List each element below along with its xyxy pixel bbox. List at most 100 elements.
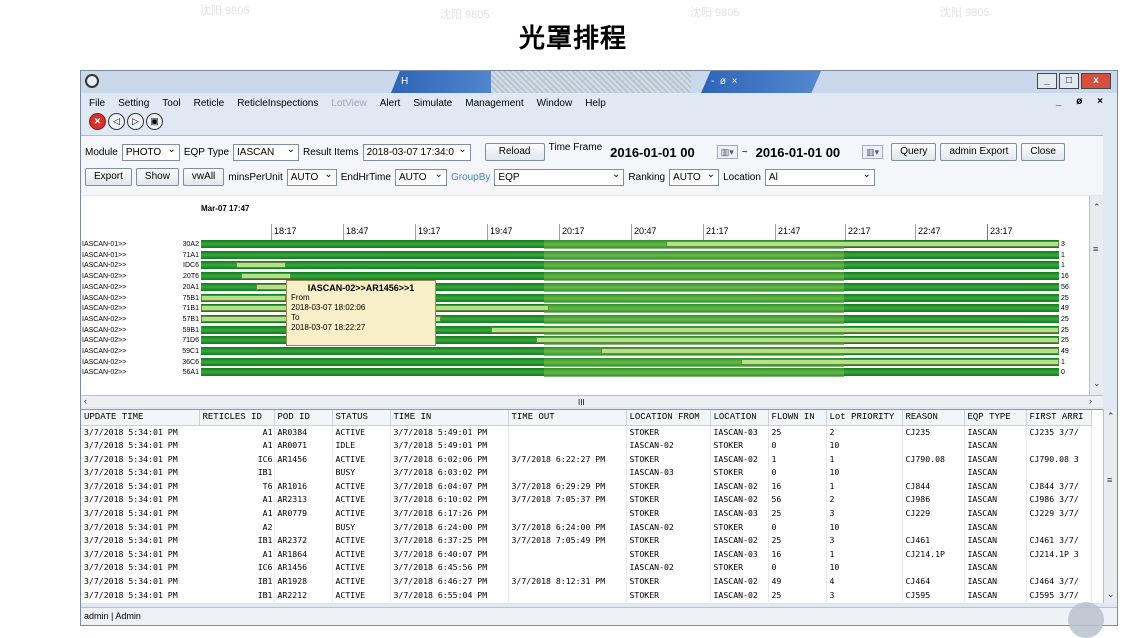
scroll-left-icon[interactable]: ‹ — [84, 396, 87, 406]
scroll-up-icon[interactable]: ⌃ — [1107, 411, 1115, 422]
calendar-icon[interactable]: ▥▾ — [862, 145, 884, 159]
gantt-vscroll[interactable]: ⌃ ≡ ⌄ — [1089, 196, 1103, 395]
gantt-row[interactable]: IASCAN-02>> 59C1 49 — [81, 347, 1103, 356]
taskbar-close[interactable]: × — [732, 76, 738, 87]
column-header[interactable]: LOCATION FROM — [626, 410, 711, 426]
mins-per-unit-select[interactable]: AUTO — [286, 167, 337, 186]
gantt-row[interactable]: IASCAN-02>> 71B1 49 — [81, 304, 1103, 314]
gantt-row[interactable]: IASCAN-02>> 59B1 25 — [81, 325, 1103, 335]
save-icon[interactable]: ▣ — [146, 113, 163, 130]
column-header[interactable]: TIME IN — [390, 410, 509, 426]
menu-window[interactable]: Window — [537, 98, 573, 109]
module-select[interactable]: PHOTO — [121, 142, 180, 161]
column-header[interactable]: EQP TYPE — [964, 410, 1027, 426]
table-cell: ACTIVE — [332, 452, 391, 467]
taskbar-restore[interactable]: ø — [720, 76, 726, 87]
gantt-segment[interactable] — [241, 273, 291, 280]
menu-tool[interactable]: Tool — [162, 98, 180, 109]
close-circle-icon[interactable]: ✕ — [89, 113, 106, 130]
column-header[interactable]: LOCATION — [710, 410, 769, 426]
gantt-row[interactable]: IASCAN-02>> 75B1 25 — [81, 293, 1103, 303]
column-header[interactable]: TIME OUT — [508, 410, 627, 426]
gantt-row[interactable]: IASCAN-02>> 57B1 25 — [81, 314, 1103, 324]
gantt-segment[interactable] — [601, 348, 1059, 354]
ranking-select[interactable]: AUTO — [669, 167, 720, 186]
taskbar-item[interactable]: - ø × — [701, 71, 821, 93]
menu-reticle[interactable]: Reticle — [194, 98, 225, 109]
forward-icon[interactable]: ▷ — [127, 113, 144, 130]
menu-file[interactable]: File — [89, 98, 105, 109]
column-header[interactable]: Lot PRIORITY — [826, 410, 903, 426]
column-header[interactable]: POD ID — [274, 410, 333, 426]
back-icon[interactable]: ◁ — [108, 113, 125, 130]
gantt-row[interactable]: IASCAN-02>> 36C6 1 — [81, 357, 1103, 367]
floating-assistant-icon[interactable] — [1068, 602, 1104, 638]
location-select[interactable]: Al — [764, 167, 875, 186]
gantt-segment[interactable] — [666, 241, 1059, 247]
query-button[interactable]: Query — [891, 143, 937, 161]
time-from-field[interactable]: 2016-01-01 00 — [606, 145, 699, 160]
gantt-row[interactable]: IASCAN-01>> 71A1 1 — [81, 250, 1103, 260]
scroll-grip-icon[interactable]: ≡ — [1093, 244, 1098, 254]
menu-reticle-inspections[interactable]: ReticleInspections — [237, 98, 318, 109]
column-header[interactable]: FLOWN IN — [768, 410, 827, 426]
scroll-grip-icon[interactable]: ≡ — [1107, 475, 1112, 485]
export-button[interactable]: Export — [85, 168, 132, 186]
end-hr-time-select[interactable]: AUTO — [394, 167, 447, 186]
hscroll-thumb[interactable]: III — [578, 398, 585, 407]
menu-management[interactable]: Management — [465, 98, 523, 109]
table-vscroll[interactable]: ⌃ ≡ ⌄ — [1103, 409, 1117, 603]
result-items-label: Result Items — [303, 146, 359, 158]
maximize-button[interactable]: □ — [1059, 73, 1079, 89]
menu-alert[interactable]: Alert — [380, 98, 401, 109]
column-header[interactable]: FIRST ARRI — [1026, 410, 1092, 426]
eqp-type-select[interactable]: IASCAN — [233, 142, 300, 161]
admin-export-button[interactable]: admin Export — [940, 143, 1018, 161]
column-header[interactable]: RETICLES ID — [199, 410, 275, 426]
result-items-select[interactable]: 2018-03-07 17:34:0 — [362, 142, 471, 161]
gantt-row[interactable]: IASCAN-02>> IDC6 1 — [81, 261, 1103, 271]
menu-lotview[interactable]: LotView — [331, 98, 366, 109]
column-header[interactable]: REASON — [902, 410, 965, 426]
table-cell: AR2212 — [274, 588, 333, 603]
scroll-up-icon[interactable]: ⌃ — [1093, 202, 1101, 213]
table-cell: IASCAN — [964, 466, 1027, 480]
scroll-right-icon[interactable]: › — [1089, 396, 1092, 406]
gantt-bar[interactable] — [201, 250, 1059, 260]
menu-simulate[interactable]: Simulate — [413, 98, 452, 109]
reload-button[interactable]: Reload — [484, 143, 545, 161]
close-window-button[interactable]: x — [1081, 73, 1111, 89]
vwall-button[interactable]: vwAll — [182, 168, 225, 186]
show-button[interactable]: Show — [135, 168, 179, 186]
app-icon[interactable] — [85, 74, 99, 88]
gantt-row[interactable]: IASCAN-01>> 30A2 3 — [81, 240, 1103, 249]
gantt-segment[interactable] — [491, 326, 1059, 333]
gantt-segment[interactable] — [741, 358, 1059, 365]
table-cell: 0 — [768, 439, 827, 453]
menu-setting[interactable]: Setting — [118, 98, 149, 109]
column-header[interactable]: STATUS — [332, 410, 391, 426]
column-header[interactable]: UPDATE TIME — [81, 410, 200, 426]
gantt-segment[interactable] — [236, 262, 286, 269]
gantt-bar[interactable] — [201, 368, 1059, 378]
taskbar-minimize[interactable]: - — [711, 76, 714, 87]
gantt-row[interactable]: IASCAN-02>> 56A1 0 — [81, 368, 1103, 378]
taskbar-item[interactable]: H — [391, 71, 501, 93]
mdi-controls[interactable]: _ ø × — [1056, 96, 1109, 107]
minimize-button[interactable]: _ — [1037, 73, 1057, 89]
gantt-row[interactable]: IASCAN-02>> 20A1 56 — [81, 282, 1103, 292]
gantt-segment[interactable] — [536, 337, 1059, 344]
gantt-segment[interactable] — [201, 294, 286, 301]
close-button[interactable]: Close — [1021, 143, 1065, 161]
time-to-field[interactable]: 2016-01-01 00 — [752, 145, 845, 160]
menu-help[interactable]: Help — [585, 98, 606, 109]
gantt-row[interactable]: IASCAN-02>> 20T6 16 — [81, 272, 1103, 282]
scroll-down-icon[interactable]: ⌄ — [1093, 378, 1101, 389]
gantt-row[interactable]: IASCAN-02>> 71D6 25 — [81, 336, 1103, 346]
calendar-icon[interactable]: ▥▾ — [716, 145, 738, 159]
gantt-bar[interactable] — [201, 261, 1059, 271]
table-cell: STOKER — [710, 466, 769, 480]
group-by-select[interactable]: EQP — [494, 167, 625, 186]
scroll-down-icon[interactable]: ⌄ — [1107, 589, 1115, 600]
gantt-hscroll[interactable]: ‹ III › — [81, 395, 1103, 407]
